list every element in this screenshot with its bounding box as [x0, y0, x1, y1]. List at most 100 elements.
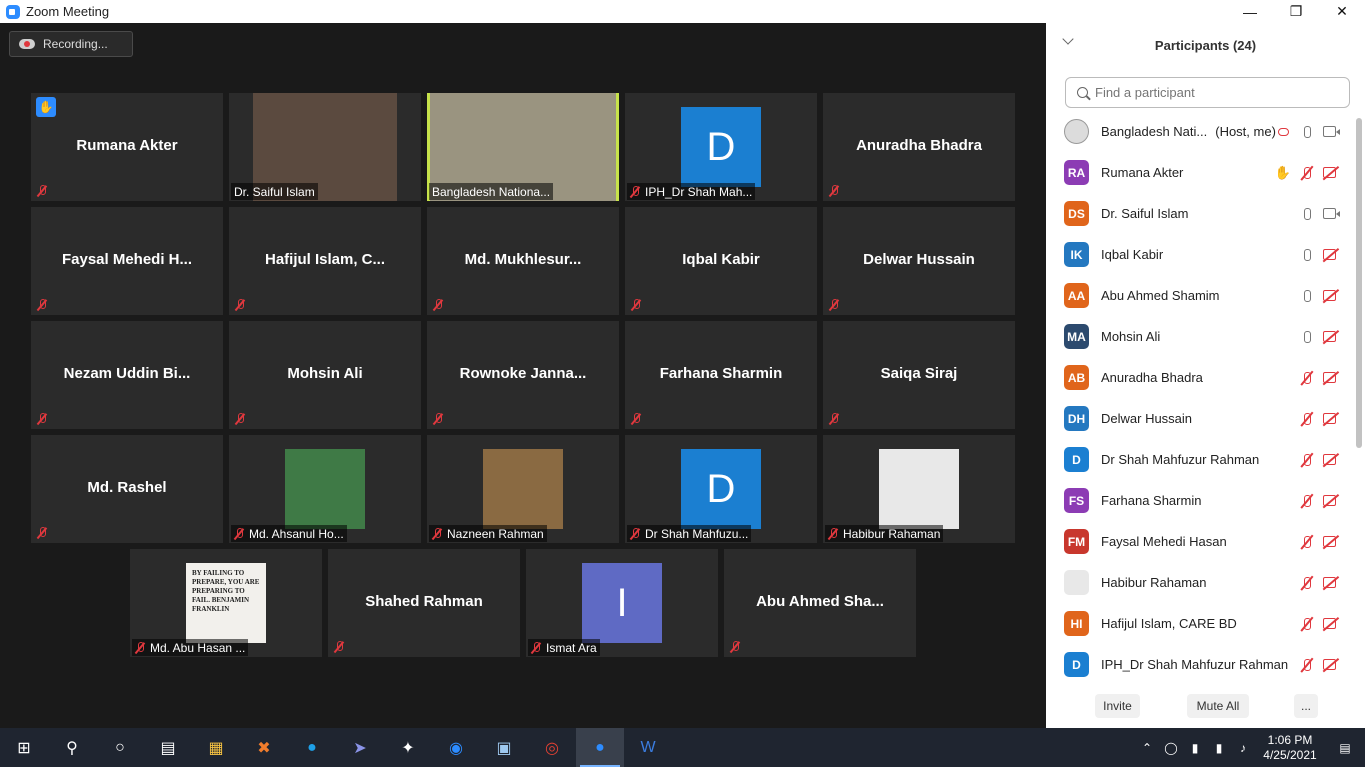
video-tile[interactable]: Mohsin Ali	[229, 321, 421, 429]
avatar: D	[681, 107, 761, 187]
video-tile[interactable]: Rownoke Janna...	[427, 321, 619, 429]
video-off-icon[interactable]	[1319, 411, 1343, 427]
video-tile[interactable]: D IPH_Dr Shah Mah...	[625, 93, 817, 201]
video-tile[interactable]: Dr. Saiful Islam	[229, 93, 421, 201]
video-tile[interactable]: Hafijul Islam, C...	[229, 207, 421, 315]
video-off-icon[interactable]	[1319, 575, 1343, 591]
cortana-icon[interactable]: ○	[96, 728, 144, 767]
video-tile[interactable]: Md. Rashel	[31, 435, 223, 543]
muted-mic-icon[interactable]	[1295, 575, 1319, 591]
video-tile[interactable]: Farhana Sharmin	[625, 321, 817, 429]
muted-mic-icon	[433, 299, 443, 311]
video-off-icon[interactable]	[1319, 452, 1343, 468]
video-tile[interactable]: I Ismat Ara	[526, 549, 718, 657]
participant-search-input[interactable]	[1095, 85, 1335, 100]
avatar: FS	[1064, 488, 1089, 513]
more-options-button[interactable]: ...	[1294, 694, 1318, 718]
recording-indicator[interactable]: Recording...	[9, 31, 133, 57]
video-tile[interactable]: Saiqa Siraj	[823, 321, 1015, 429]
muted-mic-icon[interactable]	[1295, 534, 1319, 550]
video-tile[interactable]: Shahed Rahman	[328, 549, 520, 657]
participant-row[interactable]: D IPH_Dr Shah Mahfuzur Rahman	[1046, 644, 1351, 685]
video-off-icon[interactable]	[1319, 165, 1343, 181]
file-explorer-icon[interactable]: ▦	[192, 728, 240, 767]
muted-mic-icon[interactable]	[1295, 370, 1319, 386]
meet-now-icon[interactable]: ◯	[1159, 741, 1183, 755]
microphone-icon[interactable]	[1295, 124, 1319, 140]
participant-row[interactable]: FS Farhana Sharmin	[1046, 480, 1351, 521]
collapse-chevron-icon[interactable]	[1062, 33, 1074, 45]
close-icon[interactable]: ✕	[1319, 0, 1365, 23]
word-icon[interactable]: W	[624, 728, 672, 767]
video-tile[interactable]: Md. Ahsanul Ho...	[229, 435, 421, 543]
video-off-icon[interactable]	[1319, 288, 1343, 304]
participant-row[interactable]: DH Delwar Hussain	[1046, 398, 1351, 439]
taskbar-clock[interactable]: 1:06 PM 4/25/2021	[1255, 733, 1325, 763]
participant-row[interactable]: Habibur Rahaman	[1046, 562, 1351, 603]
video-tile[interactable]: D Dr Shah Mahfuzu...	[625, 435, 817, 543]
video-tile[interactable]: Faysal Mehedi H...	[31, 207, 223, 315]
muted-mic-icon[interactable]	[1295, 493, 1319, 509]
video-tile[interactable]: Bangladesh Nationa...	[427, 93, 619, 201]
participant-row[interactable]: FM Faysal Mehedi Hasan	[1046, 521, 1351, 562]
microphone-icon[interactable]	[1295, 247, 1319, 263]
video-tile[interactable]: Nezam Uddin Bi...	[31, 321, 223, 429]
windows-start-icon[interactable]: ⊞	[0, 728, 48, 767]
volume-icon[interactable]: ♪	[1231, 741, 1255, 755]
video-off-icon[interactable]	[1319, 534, 1343, 550]
microphone-icon[interactable]	[1295, 206, 1319, 222]
participant-row[interactable]: AB Anuradha Bhadra	[1046, 357, 1351, 398]
microphone-icon[interactable]: ▮	[1183, 741, 1207, 755]
snipping-tool-icon[interactable]: ✦	[384, 728, 432, 767]
video-tile[interactable]: Habibur Rahaman	[823, 435, 1015, 543]
search-icon[interactable]: ⚲	[48, 728, 96, 767]
participant-row[interactable]: Bangladesh Nati... (Host, me)	[1046, 111, 1351, 152]
participant-row[interactable]: MA Mohsin Ali	[1046, 316, 1351, 357]
video-off-icon[interactable]	[1319, 657, 1343, 673]
participant-row[interactable]: HI Hafijul Islam, CARE BD	[1046, 603, 1351, 644]
muted-mic-icon[interactable]	[1295, 452, 1319, 468]
participant-list-scrollbar[interactable]	[1356, 118, 1362, 448]
participant-row[interactable]: D Dr Shah Mahfuzur Rahman	[1046, 439, 1351, 480]
skype-icon[interactable]: ●	[288, 728, 336, 767]
video-tile[interactable]: Abu Ahmed Sha...	[724, 549, 916, 657]
video-off-icon[interactable]	[1319, 329, 1343, 345]
participant-row[interactable]: IK Iqbal Kabir	[1046, 234, 1351, 275]
video-tile[interactable]: Iqbal Kabir	[625, 207, 817, 315]
mute-all-button[interactable]: Mute All	[1187, 694, 1249, 718]
muted-mic-icon[interactable]	[1295, 616, 1319, 632]
video-camera-icon[interactable]	[1319, 206, 1343, 222]
participant-row[interactable]: RA Rumana Akter	[1046, 152, 1351, 193]
video-tile[interactable]: Md. Mukhlesur...	[427, 207, 619, 315]
video-tile[interactable]: Anuradha Bhadra	[823, 93, 1015, 201]
video-camera-icon[interactable]	[1319, 124, 1343, 140]
app-dolphin-icon[interactable]: ➤	[336, 728, 384, 767]
video-off-icon[interactable]	[1319, 493, 1343, 509]
muted-mic-icon[interactable]	[1295, 411, 1319, 427]
muted-mic-icon[interactable]	[1295, 165, 1319, 181]
video-tile[interactable]: BY FAILING TO PREPARE, YOU ARE PREPARING…	[130, 549, 322, 657]
participant-row[interactable]: DS Dr. Saiful Islam	[1046, 193, 1351, 234]
microphone-icon[interactable]	[1295, 329, 1319, 345]
video-off-icon[interactable]	[1319, 370, 1343, 386]
virtualbox-icon[interactable]: ▣	[480, 728, 528, 767]
microphone-icon[interactable]	[1295, 288, 1319, 304]
video-tile[interactable]: Delwar Hussain	[823, 207, 1015, 315]
maximize-icon[interactable]: ❐	[1273, 0, 1319, 23]
task-view-icon[interactable]: ▤	[144, 728, 192, 767]
participant-row[interactable]: AA Abu Ahmed Shamim	[1046, 275, 1351, 316]
notification-icon[interactable]: ▤	[1325, 741, 1365, 755]
maps-icon[interactable]: ◉	[432, 728, 480, 767]
muted-mic-icon[interactable]	[1295, 657, 1319, 673]
xampp-icon[interactable]: ✖	[240, 728, 288, 767]
chrome-icon[interactable]: ◎	[528, 728, 576, 767]
video-off-icon[interactable]	[1319, 247, 1343, 263]
minimize-icon[interactable]: —	[1227, 0, 1273, 23]
video-off-icon[interactable]	[1319, 616, 1343, 632]
video-tile[interactable]: Rumana Akter ✋	[31, 93, 223, 201]
video-tile[interactable]: Nazneen Rahman	[427, 435, 619, 543]
invite-button[interactable]: Invite	[1095, 694, 1140, 718]
battery-icon[interactable]: ▮	[1207, 741, 1231, 755]
zoom-taskbar-icon[interactable]: ●	[576, 728, 624, 767]
chevron-up-icon[interactable]: ⌃	[1135, 741, 1159, 755]
